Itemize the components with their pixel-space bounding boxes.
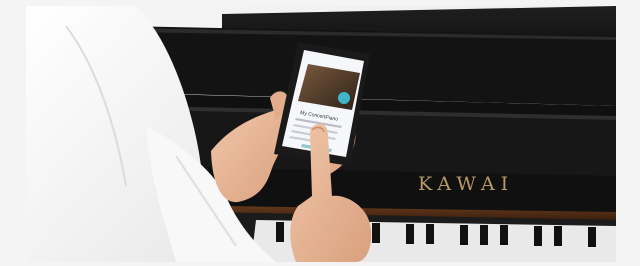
hero-photo: KAWAI My ConcertPiano — [26, 6, 616, 262]
piano-brand-logo: KAWAI — [418, 173, 514, 195]
piano-scene: KAWAI My ConcertPiano — [26, 6, 616, 262]
